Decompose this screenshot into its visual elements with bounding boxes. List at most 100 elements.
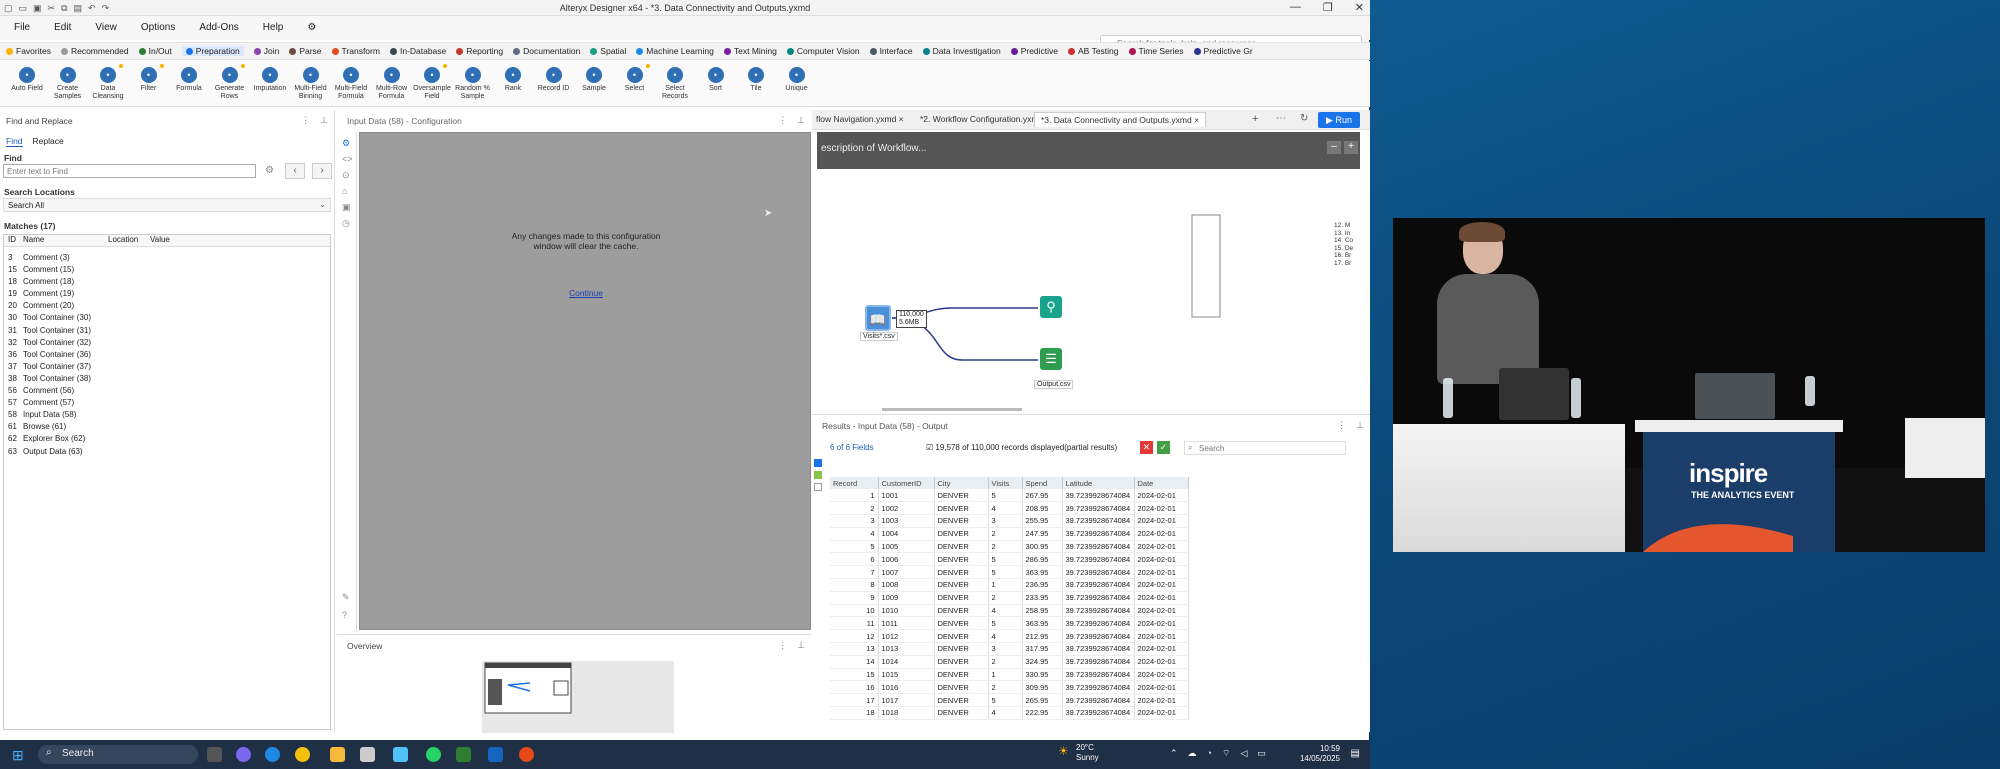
tool-multi-field-binning[interactable]: • Multi-Field Binning bbox=[288, 67, 334, 101]
category-tab[interactable]: Predictive bbox=[1010, 46, 1058, 56]
category-tab[interactable]: Text Mining bbox=[723, 46, 777, 56]
alteryx-taskbar-icon[interactable] bbox=[488, 747, 503, 762]
find-input[interactable]: Enter text to Find bbox=[3, 164, 256, 178]
tab-doc-3[interactable]: *3. Data Connectivity and Outputs.yxmd × bbox=[1034, 112, 1207, 127]
workflow-canvas[interactable]: escription of Workflow... – + 📖 Visits*.… bbox=[812, 130, 1370, 414]
notepad-icon[interactable] bbox=[393, 747, 408, 762]
category-tab[interactable]: Predictive Gr bbox=[1193, 46, 1253, 56]
category-tab[interactable]: Computer Vision bbox=[786, 46, 860, 56]
results-row[interactable]: 4 1004 DENVER 2 247.95 39.7239928674084 2024-0… bbox=[830, 527, 1189, 541]
tool-rank[interactable]: • Rank bbox=[490, 67, 536, 93]
whatsapp-icon[interactable] bbox=[426, 747, 441, 762]
results-row[interactable]: 17 1017 DENVER 5 265.95 39.7239928674084 2024-… bbox=[830, 693, 1189, 708]
pin-icon[interactable]: ⊥ bbox=[797, 640, 805, 651]
code-icon[interactable]: <> bbox=[342, 154, 353, 164]
results-row[interactable]: 6 1006 DENVER 5 286.95 39.7239928674084 2024-0… bbox=[830, 552, 1189, 567]
cancel-icon[interactable]: ✕ bbox=[1140, 441, 1153, 454]
menu-edit[interactable]: Edit bbox=[54, 22, 71, 33]
tool-create-samples[interactable]: • Create Samples bbox=[45, 67, 91, 101]
results-row[interactable]: 7 1007 DENVER 5 363.95 39.7239928674084 2024-0… bbox=[830, 565, 1189, 580]
taskbar-search[interactable]: ⌕ Search bbox=[38, 745, 198, 764]
results-col-header[interactable]: Spend bbox=[1022, 477, 1063, 489]
results-col-header[interactable]: Date bbox=[1134, 477, 1189, 489]
continue-link[interactable]: Continue bbox=[360, 288, 812, 298]
results-row[interactable]: 11 1011 DENVER 5 363.95 39.7239928674084 2024-… bbox=[830, 616, 1189, 631]
results-col-header[interactable]: CustomerID bbox=[878, 477, 935, 489]
overview-minimap[interactable] bbox=[482, 661, 674, 733]
close-button[interactable]: ✕ bbox=[1355, 1, 1364, 14]
tab-replace[interactable]: Replace bbox=[33, 136, 64, 147]
match-row[interactable]: 63 Output Data (63) bbox=[4, 446, 330, 458]
results-row[interactable]: 15 1015 DENVER 1 330.95 39.7239928674084 2024-… bbox=[830, 668, 1189, 682]
tab-doc-1[interactable]: flow Navigation.yxmd × bbox=[816, 114, 904, 124]
tool-sort[interactable]: • Sort bbox=[693, 67, 739, 93]
results-row[interactable]: 8 1008 DENVER 1 236.95 39.7239928674084 2024-0… bbox=[830, 578, 1189, 592]
results-col-header[interactable]: Latitude bbox=[1062, 477, 1135, 489]
previous-button[interactable]: ‹ bbox=[285, 163, 305, 179]
category-tab[interactable]: Transform bbox=[331, 46, 380, 56]
maximize-button[interactable]: ❐ bbox=[1323, 1, 1333, 14]
weather-widget[interactable]: ☀ 20°C Sunny bbox=[1058, 743, 1099, 763]
gear-icon[interactable]: ⚙ bbox=[342, 138, 350, 149]
onedrive-icon[interactable]: ☁ bbox=[1188, 748, 1197, 759]
battery-icon[interactable]: ▭ bbox=[1257, 748, 1266, 759]
menu-help[interactable]: Help bbox=[263, 22, 284, 33]
match-row[interactable]: 56 Comment (56) bbox=[4, 385, 330, 397]
tool-imputation[interactable]: • Imputation bbox=[247, 67, 293, 93]
tab-find[interactable]: Find bbox=[6, 136, 23, 147]
notification-icon[interactable]: ▤ bbox=[1351, 748, 1360, 759]
run-button[interactable]: ▶ Run bbox=[1318, 112, 1360, 128]
match-row[interactable]: 57 Comment (57) bbox=[4, 397, 330, 409]
volume-icon[interactable]: ◁ bbox=[1240, 748, 1247, 759]
powerpoint-icon[interactable] bbox=[519, 747, 534, 762]
results-search-input[interactable]: ⌕ Search bbox=[1184, 441, 1346, 455]
more-icon[interactable]: ⋮ bbox=[778, 640, 787, 651]
match-row[interactable]: 30 Tool Container (30) bbox=[4, 312, 330, 324]
tool-multi-field-formula[interactable]: • Multi-Field Formula bbox=[328, 67, 374, 101]
pin-icon[interactable]: ⊥ bbox=[797, 115, 805, 126]
match-row[interactable]: 19 Comment (19) bbox=[4, 288, 330, 300]
menu-view[interactable]: View bbox=[95, 22, 117, 33]
tool-tile[interactable]: • Tile bbox=[733, 67, 779, 93]
results-row[interactable]: 2 1002 DENVER 4 208.95 39.7239928674084 2024-0… bbox=[830, 501, 1189, 516]
tag-icon[interactable]: ⌂ bbox=[342, 186, 347, 196]
metadata-icon[interactable] bbox=[814, 471, 822, 479]
category-tab[interactable]: Join bbox=[253, 46, 279, 56]
tool-unique[interactable]: • Unique bbox=[774, 67, 820, 93]
more-icon[interactable]: ⋮ bbox=[1337, 420, 1346, 431]
category-tab[interactable]: In-Database bbox=[389, 46, 446, 56]
copilot-icon[interactable] bbox=[236, 747, 251, 762]
settings-icon[interactable]: ⚙ bbox=[265, 165, 274, 176]
category-tab[interactable]: Spatial bbox=[590, 46, 626, 56]
menu-addons[interactable]: Add-Ons bbox=[199, 22, 238, 33]
settings-icon[interactable] bbox=[814, 483, 822, 491]
network-icon[interactable]: ◔ bbox=[1207, 748, 1212, 759]
menu-options[interactable]: Options bbox=[141, 22, 175, 33]
tool-filter[interactable]: • Filter bbox=[126, 64, 172, 93]
edge-icon[interactable] bbox=[265, 747, 280, 762]
clock-icon[interactable]: ◷ bbox=[342, 218, 350, 229]
results-col-header[interactable]: Visits bbox=[988, 477, 1023, 489]
results-row[interactable]: 16 1016 DENVER 2 309.95 39.7239928674084 2024-… bbox=[830, 680, 1189, 695]
file-explorer-icon[interactable] bbox=[330, 747, 345, 762]
match-row[interactable]: 38 Tool Container (38) bbox=[4, 373, 330, 385]
system-clock[interactable]: 10:59 14/05/2025 bbox=[1300, 744, 1340, 764]
match-row[interactable]: 36 Tool Container (36) bbox=[4, 349, 330, 361]
search-locations-select[interactable]: Search All ⌄ bbox=[3, 198, 331, 212]
chevron-up-icon[interactable]: ⌃ bbox=[1170, 748, 1178, 759]
match-row[interactable]: 61 Browse (61) bbox=[4, 421, 330, 433]
col-id[interactable]: ID bbox=[4, 235, 23, 246]
gear-icon[interactable]: ⚙ bbox=[307, 22, 316, 33]
match-row[interactable]: 15 Comment (15) bbox=[4, 264, 330, 276]
category-tab[interactable]: Recommended bbox=[60, 46, 129, 56]
results-row[interactable]: 10 1010 DENVER 4 258.95 39.7239928674084 2024-… bbox=[830, 604, 1189, 618]
input-data-node[interactable]: 📖 bbox=[865, 305, 891, 331]
tool-sample[interactable]: • Sample bbox=[571, 67, 617, 93]
tool-formula[interactable]: • Formula bbox=[166, 67, 212, 93]
output-data-node[interactable]: ☰ bbox=[1040, 348, 1062, 370]
tool-auto-field[interactable]: • Auto Field bbox=[4, 67, 50, 93]
store-icon[interactable] bbox=[360, 747, 375, 762]
category-tab[interactable]: Data Investigation bbox=[922, 46, 1001, 56]
category-tab[interactable]: Reporting bbox=[456, 46, 503, 56]
edit-icon[interactable]: ✎ bbox=[342, 592, 350, 603]
